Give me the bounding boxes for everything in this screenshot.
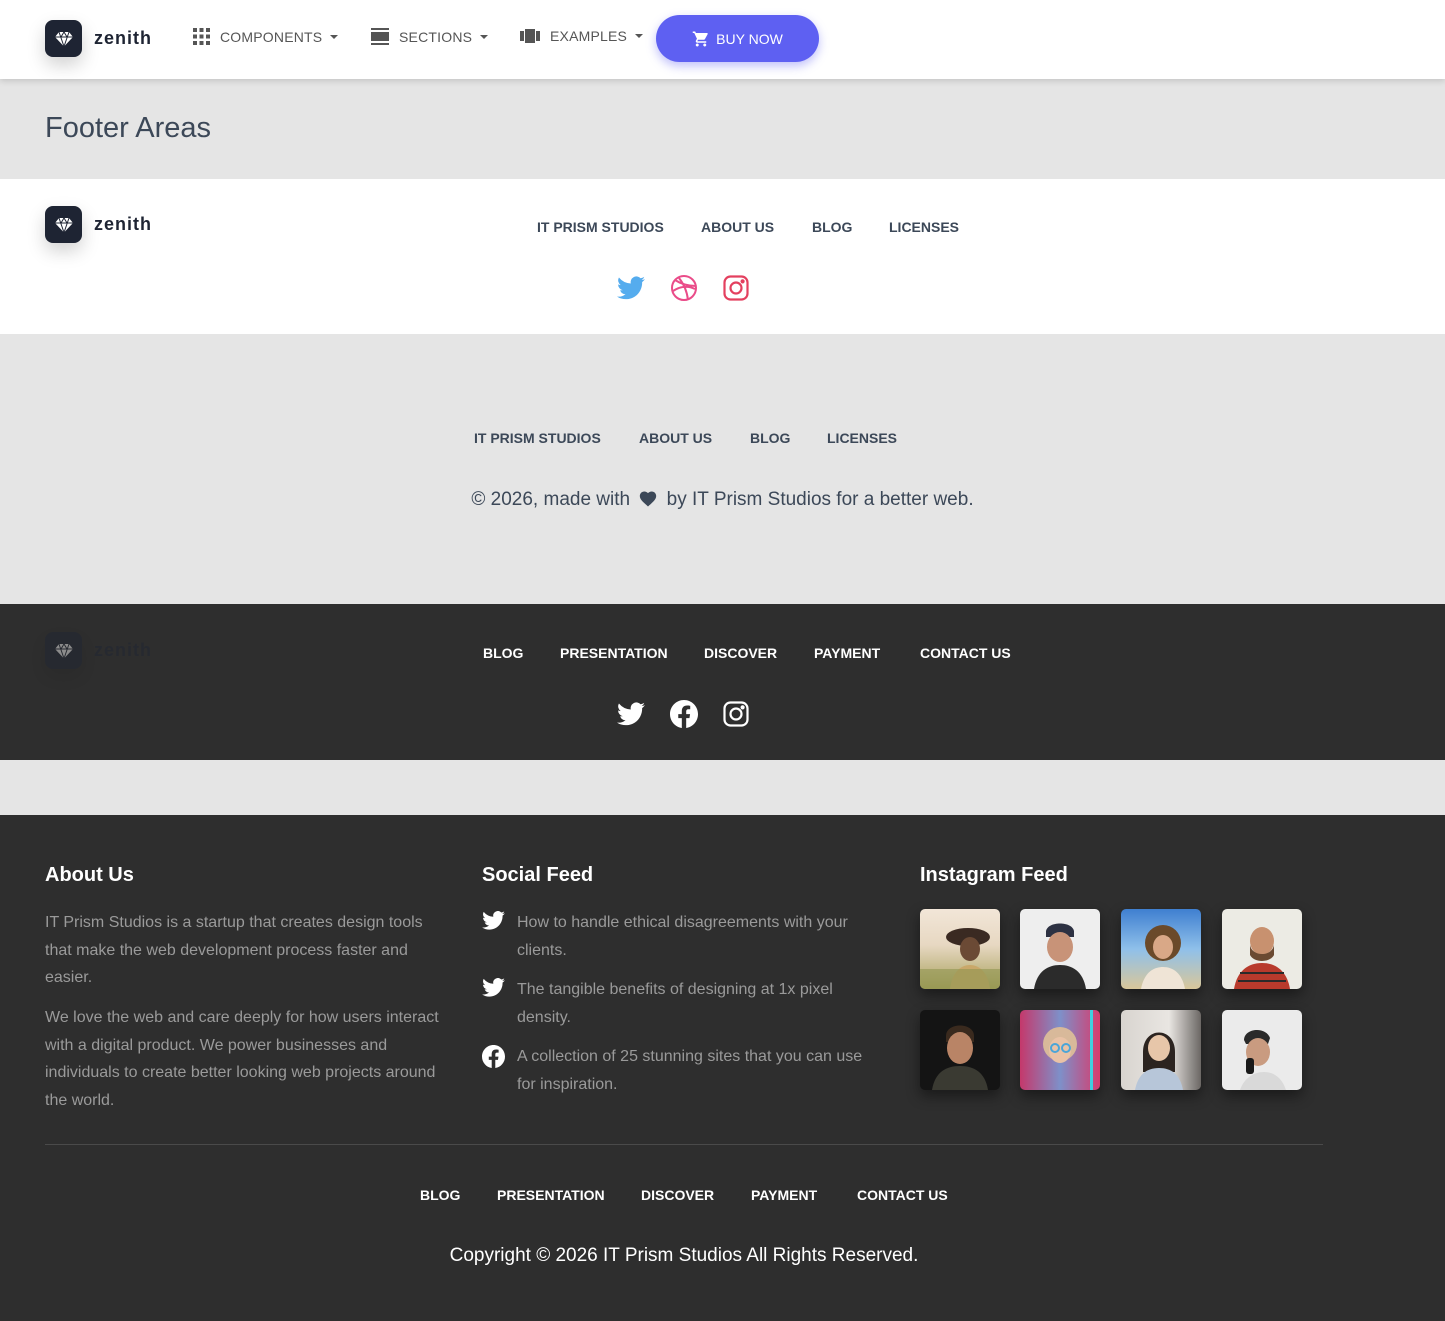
diamond-logo-icon	[45, 206, 82, 243]
view-carousel-icon	[520, 29, 540, 43]
diamond-logo-icon	[45, 20, 82, 57]
caret-down-icon	[480, 34, 489, 39]
twitter-icon[interactable]	[617, 276, 645, 300]
footer-dark-social	[617, 700, 749, 728]
footer-link-about-us[interactable]: ABOUT US	[701, 219, 812, 235]
view-day-icon	[371, 28, 389, 45]
nav-components-label: COMPONENTS	[220, 28, 323, 45]
footer-link-it-prism-studios[interactable]: IT PRISM STUDIOS	[474, 430, 639, 446]
caret-down-icon	[330, 34, 339, 39]
footer-white	[0, 179, 1445, 334]
navbar: zenith COMPONENTS SECTIONS EXAMPLES BUY …	[0, 0, 1445, 79]
about-us-title: About Us	[45, 864, 134, 886]
caret-down-icon	[635, 34, 644, 38]
twitter-icon[interactable]	[617, 702, 645, 726]
social-feed-text: A collection of 25 stunning sites that y…	[517, 1048, 863, 1093]
nav-examples[interactable]: EXAMPLES	[520, 28, 644, 44]
footer-dark-brand[interactable]: zenith	[45, 632, 152, 669]
footer-link-licenses[interactable]: LICENSES	[889, 219, 959, 235]
footer-link-payment[interactable]: PAYMENT	[814, 645, 920, 661]
facebook-icon[interactable]	[670, 700, 698, 728]
brand-name: zenith	[94, 28, 152, 48]
copyright-suffix: by IT Prism Studios for a better web.	[666, 489, 974, 510]
footer-gray-copyright: © 2026, made with by IT Prism Studios fo…	[0, 489, 1445, 511]
social-feed-item[interactable]: The tangible benefits of designing at 1x…	[482, 976, 872, 1031]
footer-dark-menu: BLOG PRESENTATION DISCOVER PAYMENT CONTA…	[483, 645, 1011, 661]
buy-now-button[interactable]: BUY NOW	[656, 15, 819, 62]
instagram-icon[interactable]	[723, 275, 749, 301]
instagram-photo-woman-glasses[interactable]	[1020, 1010, 1100, 1090]
social-feed-text: How to handle ethical disagreements with…	[517, 914, 848, 959]
nav-sections-label: SECTIONS	[399, 28, 473, 45]
footer-link-about-us[interactable]: ABOUT US	[639, 430, 750, 446]
twitter-icon	[482, 911, 505, 930]
instagram-feed-title: Instagram Feed	[920, 864, 1068, 886]
footer-white-brand[interactable]: zenith	[45, 206, 152, 243]
footer-dark	[0, 604, 1445, 760]
facebook-icon	[482, 1045, 505, 1068]
footer-link-contact-us[interactable]: CONTACT US	[920, 645, 1011, 661]
footer-gray	[0, 334, 1445, 604]
nav-sections[interactable]: SECTIONS	[371, 28, 489, 45]
brand-name: zenith	[94, 214, 152, 234]
social-feed-item[interactable]: How to handle ethical disagreements with…	[482, 909, 872, 964]
social-feed-title: Social Feed	[482, 864, 594, 886]
brand[interactable]: zenith	[45, 20, 152, 57]
footer-gray-menu: IT PRISM STUDIOS ABOUT US BLOG LICENSES	[474, 430, 897, 446]
nav-components[interactable]: COMPONENTS	[193, 28, 339, 45]
footer-white-menu: IT PRISM STUDIOS ABOUT US BLOG LICENSES	[537, 219, 959, 235]
apps-grid-icon	[193, 28, 210, 45]
twitter-icon	[482, 978, 505, 997]
social-feed-text: The tangible benefits of designing at 1x…	[517, 981, 833, 1026]
dribbble-icon[interactable]	[670, 274, 698, 302]
footer-big-menu: BLOG PRESENTATION DISCOVER PAYMENT CONTA…	[420, 1187, 948, 1203]
footer-link-it-prism-studios[interactable]: IT PRISM STUDIOS	[537, 219, 701, 235]
shopping-cart-icon	[692, 31, 708, 46]
footer-link-discover[interactable]: DISCOVER	[704, 645, 814, 661]
footer-white-social	[617, 274, 749, 302]
nav-examples-label: EXAMPLES	[550, 28, 628, 44]
footer-link-contact-us[interactable]: CONTACT US	[857, 1187, 948, 1203]
about-paragraph-2: We love the web and care deeply for how …	[45, 1009, 439, 1109]
instagram-photo-woman-curly-hair[interactable]	[1121, 909, 1201, 989]
instagram-photo-man-phone[interactable]	[1222, 1010, 1302, 1090]
instagram-photo-bearded-man[interactable]	[1222, 909, 1302, 989]
instagram-photo-asian-woman[interactable]	[1121, 1010, 1201, 1090]
page-title: Footer Areas	[45, 112, 212, 144]
diamond-logo-icon	[45, 632, 82, 669]
copyright-prefix: © 2026, made with	[471, 489, 631, 510]
footer-link-discover[interactable]: DISCOVER	[641, 1187, 751, 1203]
social-feed-item[interactable]: A collection of 25 stunning sites that y…	[482, 1043, 872, 1098]
footer-link-payment[interactable]: PAYMENT	[751, 1187, 857, 1203]
footer-link-blog[interactable]: BLOG	[812, 219, 889, 235]
footer-link-presentation[interactable]: PRESENTATION	[560, 645, 704, 661]
about-paragraph-1: IT Prism Studios is a startup that creat…	[45, 914, 423, 986]
footer-link-blog[interactable]: BLOG	[483, 645, 560, 661]
instagram-photo-man-cap[interactable]	[1020, 909, 1100, 989]
instagram-photo-woman-hat[interactable]	[920, 909, 1000, 989]
footer-link-presentation[interactable]: PRESENTATION	[497, 1187, 641, 1203]
footer-link-blog[interactable]: BLOG	[420, 1187, 497, 1203]
heart-icon	[640, 491, 657, 507]
instagram-photo-man-portrait[interactable]	[920, 1010, 1000, 1090]
buy-now-label: BUY NOW	[716, 30, 783, 47]
instagram-icon[interactable]	[723, 701, 749, 727]
footer-big-copyright: Copyright © 2026 IT Prism Studios All Ri…	[449, 1245, 919, 1266]
footer-link-licenses[interactable]: LICENSES	[827, 430, 897, 446]
footer-divider	[45, 1144, 1323, 1145]
footer-link-blog[interactable]: BLOG	[750, 430, 827, 446]
brand-name: zenith	[94, 640, 152, 660]
